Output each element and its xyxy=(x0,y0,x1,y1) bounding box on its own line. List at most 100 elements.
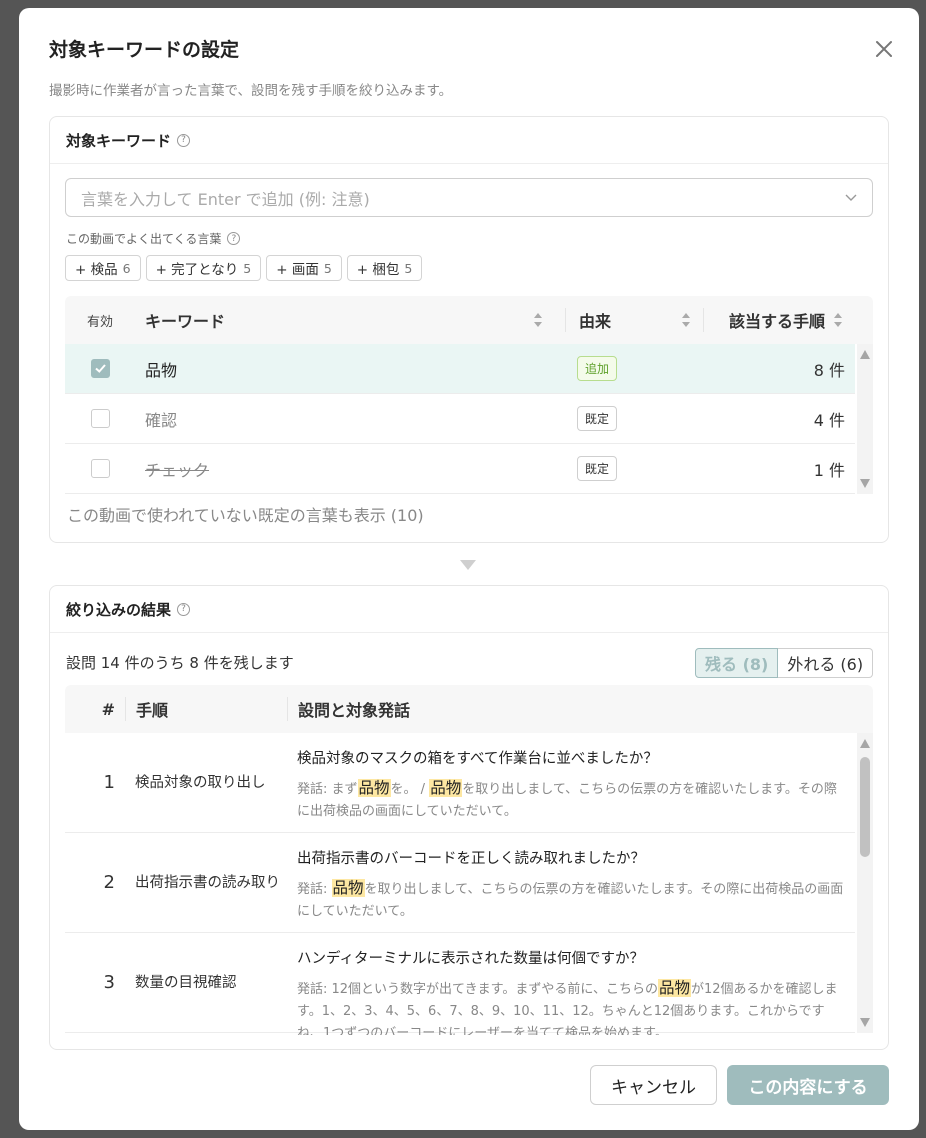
sort-icon[interactable] xyxy=(533,310,543,330)
question-text: ハンディターミナルに表示された数量は何個ですか？ xyxy=(297,951,644,967)
flow-arrow-icon xyxy=(460,560,476,570)
question-cell: 出荷指示書のバーコードを正しく読み取れましたか？ 発話: 品物を取り出しまして、… xyxy=(287,833,847,932)
modal-title: 対象キーワードの設定 xyxy=(49,39,240,61)
cancel-button[interactable]: キャンセル xyxy=(590,1065,717,1105)
question-cell: 検品対象のマスクの箱をすべて作業台に並べましたか？ 発話: まず品物を。 / 品… xyxy=(287,733,847,832)
utterance-part: を。 / xyxy=(390,782,430,797)
keyword-highlight: 品物 xyxy=(357,779,391,797)
col-question: 設問と対象発話 xyxy=(287,697,410,721)
close-icon[interactable] xyxy=(872,37,896,61)
row-number: 2 xyxy=(103,872,115,893)
keyword-row[interactable]: 品物 追加 8 件 xyxy=(65,344,855,394)
results-table-scrollbar[interactable] xyxy=(857,733,873,1033)
keyword-table: 有効 キーワード 由来 該当する手順 品物 追加 8 件 確認 既定 4 件 チ… xyxy=(65,296,873,494)
remove-toggle-button[interactable]: 外れる (6) xyxy=(778,648,874,678)
chip-label: + 検品 xyxy=(75,262,118,278)
row-number: 1 xyxy=(103,772,115,793)
step-name: 検品対象の取り出し xyxy=(135,774,266,791)
col-keyword-label: キーワード xyxy=(145,312,226,331)
question-cell: ハンディターミナルに表示された数量は何個ですか？ 発話: 12個という数字が出て… xyxy=(287,933,847,1035)
step-name: 出荷指示書の読み取り xyxy=(135,874,280,891)
utterance-part: 発話: まず xyxy=(297,782,358,797)
results-summary: 設問 14 件のうち 8 件を残します xyxy=(66,654,294,672)
utterance-text: 発話: 12個という数字が出てきます。まずやる前に、こちらの品物が12個あるかを… xyxy=(297,977,847,1035)
keywords-card-header: 対象キーワード ? xyxy=(50,117,888,164)
results-card: 絞り込みの結果 ? 設問 14 件のうち 8 件を残します 残る (8) 外れる… xyxy=(49,585,889,1050)
enabled-checkbox[interactable] xyxy=(90,359,110,378)
results-table: # 手順 設問と対象発話 1 検品対象の取り出し 検品対象のマスクの箱をすべて作… xyxy=(65,685,873,1035)
question-text: 検品対象のマスクの箱をすべて作業台に並べましたか？ xyxy=(297,751,658,767)
help-icon[interactable]: ? xyxy=(177,133,191,147)
enabled-checkbox[interactable] xyxy=(90,459,110,478)
help-icon[interactable]: ? xyxy=(177,602,191,616)
steps-count: 1 件 xyxy=(813,460,845,480)
source-tag: 既定 xyxy=(577,456,618,481)
enabled-checkbox[interactable] xyxy=(90,409,110,428)
utterance-part: 発話: 12個という数字が出てきます。まずやる前に、こちらの xyxy=(297,982,658,997)
keyword-text: チェック xyxy=(145,460,210,480)
scroll-down-icon[interactable] xyxy=(860,479,870,488)
apply-button[interactable]: この内容にする xyxy=(727,1065,889,1105)
results-card-header: 絞り込みの結果 ? xyxy=(50,586,888,633)
table-row: 3 数量の目視確認 ハンディターミナルに表示された数量は何個ですか？ 発話: 1… xyxy=(65,933,855,1035)
keyword-text: 品物 xyxy=(145,360,178,380)
col-steps[interactable]: 該当する手順 xyxy=(703,308,853,332)
steps-count: 8 件 xyxy=(813,360,845,380)
keyword-row[interactable]: チェック 既定 1 件 xyxy=(65,444,855,494)
keywords-heading: 対象キーワード xyxy=(66,131,172,150)
keep-toggle-button[interactable]: 残る (8) xyxy=(695,648,779,678)
scroll-up-icon[interactable] xyxy=(860,739,870,748)
keyword-row[interactable]: 確認 既定 4 件 xyxy=(65,394,855,444)
chip-count: 5 xyxy=(404,260,413,276)
result-filter-toggle: 残る (8) 外れる (6) xyxy=(695,648,874,678)
keyword-text: 確認 xyxy=(145,410,178,430)
step-name: 数量の目視確認 xyxy=(135,974,237,991)
keyword-table-header: 有効 キーワード 由来 該当する手順 xyxy=(65,296,873,344)
chip-kanryo[interactable]: + 完了となり 5 xyxy=(145,255,262,281)
row-number: 3 xyxy=(103,972,115,993)
keyword-highlight: 品物 xyxy=(657,979,691,997)
chip-count: 6 xyxy=(122,260,131,276)
utterance-part: を取り出しまして、こちらの伝票の方を確認いたします。その際に出荷検品の画面にして… xyxy=(297,882,844,919)
col-source[interactable]: 由来 xyxy=(565,308,703,332)
table-row: 1 検品対象の取り出し 検品対象のマスクの箱をすべて作業台に並べましたか？ 発話… xyxy=(65,733,855,833)
scroll-down-icon[interactable] xyxy=(860,1018,870,1027)
keyword-highlight: 品物 xyxy=(331,879,365,897)
utterance-text: 発話: 品物を取り出しまして、こちらの伝票の方を確認いたします。その際に出荷検品… xyxy=(297,877,847,923)
chip-konpo[interactable]: + 梱包 5 xyxy=(346,255,423,281)
chevron-down-icon[interactable] xyxy=(844,190,858,204)
scroll-up-icon[interactable] xyxy=(860,350,870,359)
frequent-words-label: この動画でよく出てくる言葉 ? xyxy=(66,230,241,247)
modal-subtitle: 撮影時に作業者が言った言葉で、設問を残す手順を絞り込みます。 xyxy=(49,83,453,99)
chip-gamen[interactable]: + 画面 5 xyxy=(266,255,342,281)
keyword-highlight: 品物 xyxy=(429,779,463,797)
table-row: 2 出荷指示書の読み取り 出荷指示書のバーコードを正しく読み取れましたか？ 発話… xyxy=(65,833,855,933)
chip-label: + 完了となり xyxy=(155,262,239,278)
steps-count: 4 件 xyxy=(813,410,845,430)
scroll-thumb[interactable] xyxy=(860,757,870,857)
keyword-settings-modal: 対象キーワードの設定 撮影時に作業者が言った言葉で、設問を残す手順を絞り込みます… xyxy=(19,8,919,1130)
keyword-table-scrollbar[interactable] xyxy=(857,344,873,494)
utterance-text: 発話: まず品物を。 / 品物を取り出しまして、こちらの伝票の方を確認いたします… xyxy=(297,777,847,823)
question-text: 出荷指示書のバーコードを正しく読み取れましたか？ xyxy=(297,851,645,867)
sort-icon[interactable] xyxy=(833,310,843,330)
keyword-input-placeholder: 言葉を入力して Enter で追加 (例: 注意) xyxy=(81,189,370,209)
sort-icon[interactable] xyxy=(681,310,691,330)
chip-count: 5 xyxy=(323,260,332,276)
col-keyword[interactable]: キーワード xyxy=(135,308,565,332)
col-source-label: 由来 xyxy=(579,312,612,331)
results-table-header: # 手順 設問と対象発話 xyxy=(65,685,873,733)
keyword-input[interactable]: 言葉を入力して Enter で追加 (例: 注意) xyxy=(65,178,873,217)
chip-count: 5 xyxy=(243,260,252,276)
col-steps-label: 該当する手順 xyxy=(728,312,825,331)
source-tag: 追加 xyxy=(577,356,618,381)
chip-label: + 梱包 xyxy=(356,262,400,278)
help-icon[interactable]: ? xyxy=(227,232,241,245)
show-unused-link[interactable]: この動画で使われていない既定の言葉も表示 (10) xyxy=(67,502,424,526)
col-num: # xyxy=(101,699,115,719)
frequent-word-chips: + 検品 6 + 完了となり 5 + 画面 5 + 梱包 5 xyxy=(65,255,423,281)
frequent-words-text: この動画でよく出てくる言葉 xyxy=(66,232,222,246)
chip-kenpin[interactable]: + 検品 6 xyxy=(65,255,141,281)
col-enabled: 有効 xyxy=(86,314,113,330)
source-tag: 既定 xyxy=(577,406,618,431)
